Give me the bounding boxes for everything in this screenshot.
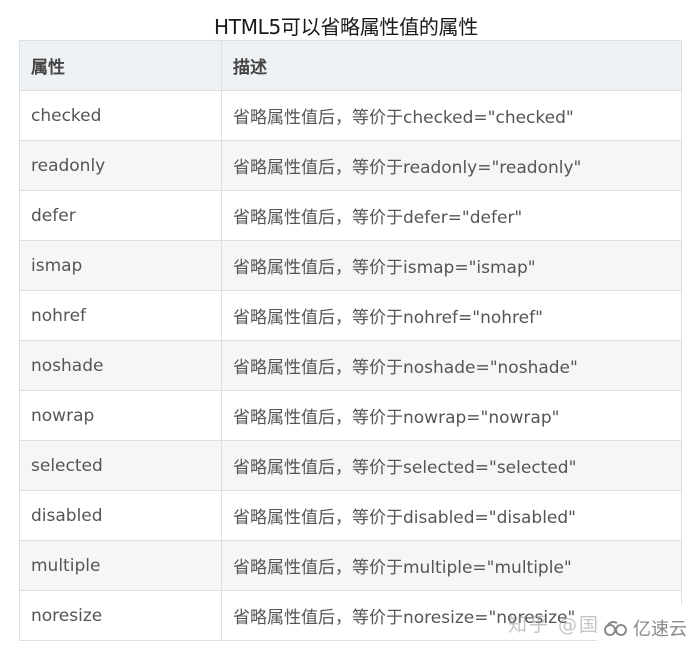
description-cell: 省略属性值后，等价于selected="selected" xyxy=(221,440,682,491)
table-row: ismap 省略属性值后，等价于ismap="ismap" xyxy=(19,240,682,291)
description-cell: 省略属性值后，等价于ismap="ismap" xyxy=(221,240,682,291)
attribute-cell: selected xyxy=(19,440,222,491)
attribute-cell: multiple xyxy=(19,540,222,591)
attribute-cell: readonly xyxy=(19,140,222,191)
table-row: nowrap 省略属性值后，等价于nowrap="nowrap" xyxy=(19,390,682,441)
attribute-cell: nohref xyxy=(19,290,222,341)
attribute-cell: nowrap xyxy=(19,390,222,441)
table-row: readonly 省略属性值后，等价于readonly="readonly" xyxy=(19,140,682,191)
column-header-description: 描述 xyxy=(221,40,682,91)
description-cell: 省略属性值后，等价于multiple="multiple" xyxy=(221,540,682,591)
table-body: checked 省略属性值后，等价于checked="checked" readon… xyxy=(19,90,682,641)
description-cell: 省略属性值后，等价于checked="checked" xyxy=(221,90,682,141)
attribute-cell: ismap xyxy=(19,240,222,291)
table-row: noresize 省略属性值后，等价于noresize="noresize" xyxy=(19,590,682,641)
table-header-row: 属性 描述 xyxy=(19,40,682,91)
description-cell: 省略属性值后，等价于nohref="nohref" xyxy=(221,290,682,341)
attributes-table: 属性 描述 checked 省略属性值后，等价于checked="checked"… xyxy=(19,40,682,641)
table-row: disabled 省略属性值后，等价于disabled="disabled" xyxy=(19,490,682,541)
cloud-logo-icon xyxy=(604,621,627,636)
attribute-cell: noshade xyxy=(19,340,222,391)
page-title: HTML5可以省略属性值的属性 xyxy=(214,15,478,39)
table-row: noshade 省略属性值后，等价于noshade="noshade" xyxy=(19,340,682,391)
description-cell: 省略属性值后，等价于noshade="noshade" xyxy=(221,340,682,391)
yisuyun-watermark: 亿速云 xyxy=(597,604,692,652)
description-cell: 省略属性值后，等价于disabled="disabled" xyxy=(221,490,682,541)
description-cell: 省略属性值后，等价于readonly="readonly" xyxy=(221,140,682,191)
table-row: nohref 省略属性值后，等价于nohref="nohref" xyxy=(19,290,682,341)
description-cell: 省略属性值后，等价于nowrap="nowrap" xyxy=(221,390,682,441)
attribute-cell: defer xyxy=(19,190,222,241)
table-row: checked 省略属性值后，等价于checked="checked" xyxy=(19,90,682,141)
table-row: selected 省略属性值后，等价于selected="selected" xyxy=(19,440,682,491)
attribute-cell: noresize xyxy=(19,590,222,641)
table-row: defer 省略属性值后，等价于defer="defer" xyxy=(19,190,682,241)
attribute-cell: disabled xyxy=(19,490,222,541)
description-cell: 省略属性值后，等价于defer="defer" xyxy=(221,190,682,241)
yisuyun-text: 亿速云 xyxy=(633,619,687,640)
attribute-cell: checked xyxy=(19,90,222,141)
column-header-attribute: 属性 xyxy=(19,40,222,91)
table-row: multiple 省略属性值后，等价于multiple="multiple" xyxy=(19,540,682,591)
